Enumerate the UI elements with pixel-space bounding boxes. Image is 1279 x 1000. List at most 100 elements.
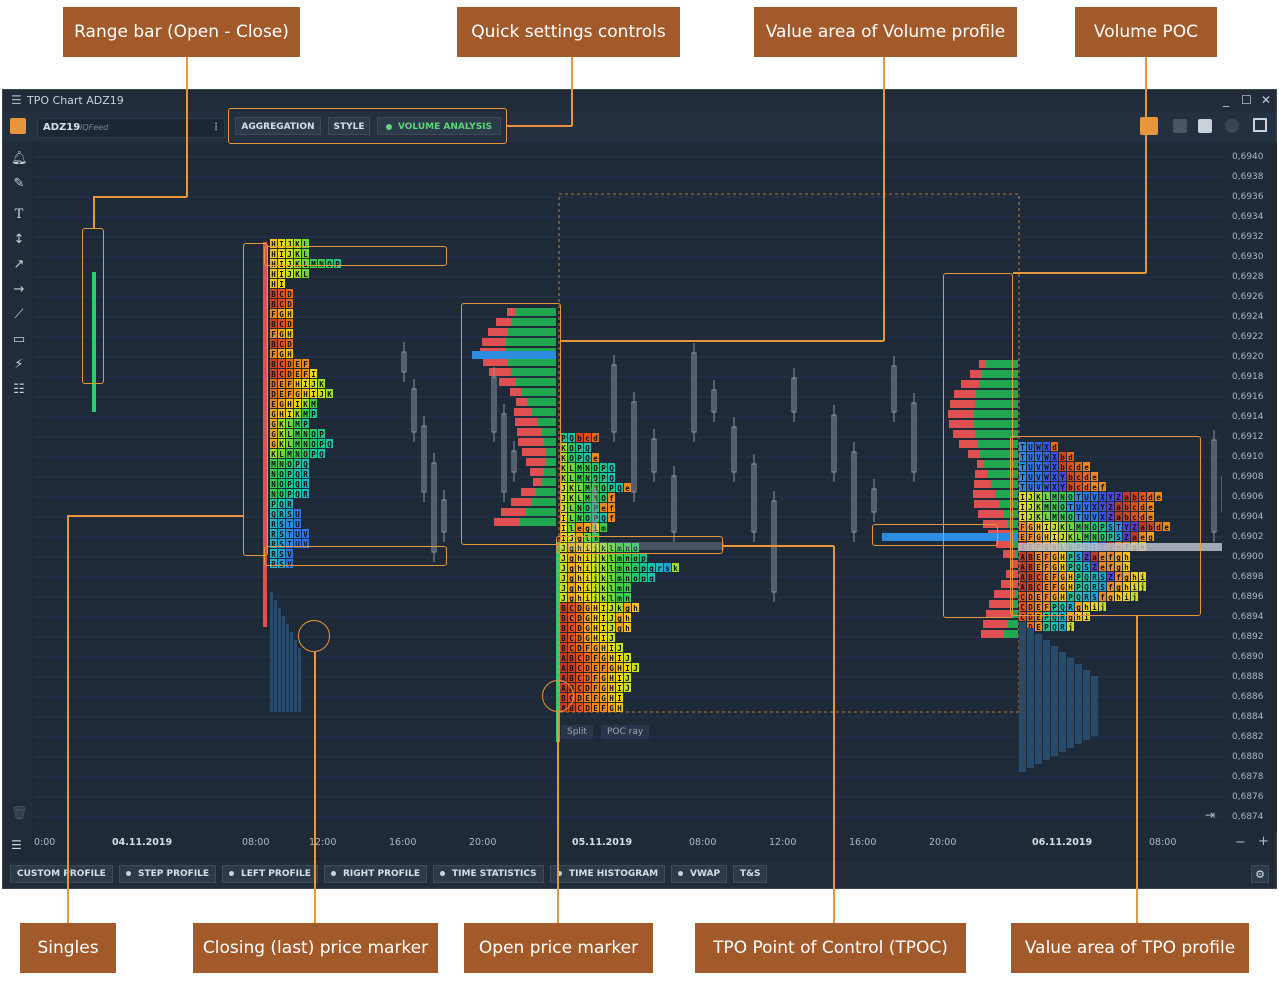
day2-tpo-letter: H bbox=[593, 614, 598, 623]
sync-icon[interactable] bbox=[1140, 117, 1158, 135]
pencil-icon[interactable]: ✎ bbox=[11, 176, 27, 192]
list-icon[interactable]: ☰ bbox=[11, 838, 27, 852]
day2-tpo-letter: Q bbox=[601, 514, 606, 523]
day2-tpo-letter: O bbox=[593, 464, 598, 473]
trash-icon[interactable]: 🗑︎ bbox=[11, 806, 28, 822]
day2-tpo-letter: I bbox=[617, 694, 622, 703]
day2-tpo-letter: J bbox=[561, 504, 566, 513]
day2-tpo-letter: F bbox=[593, 694, 598, 703]
day1-tpo-letter: R bbox=[279, 510, 284, 519]
menu-icon[interactable]: ☰ bbox=[11, 93, 22, 107]
day2-tpo-letter: D bbox=[585, 654, 590, 663]
day2-tpo-letter: l bbox=[609, 574, 614, 583]
day2-tpo-letter: n bbox=[625, 564, 630, 573]
bottom-button-time-histogram[interactable]: TIME HISTOGRAM bbox=[550, 865, 666, 883]
day1-tpo-letter: B bbox=[271, 320, 276, 329]
singles-bottom-highlight bbox=[264, 546, 447, 566]
day1-tpo-letter: P bbox=[311, 410, 316, 419]
day1-tpo-letter: K bbox=[279, 420, 284, 429]
time-tick: 08:00 bbox=[689, 837, 717, 848]
text-icon[interactable]: T bbox=[11, 207, 27, 223]
day2-tpo-letter: D bbox=[585, 674, 590, 683]
day1-tpo-letter: T bbox=[287, 520, 292, 529]
day2-tpo-letter: Q bbox=[609, 474, 614, 483]
price-tick: 0,6874 bbox=[1232, 812, 1264, 822]
day2-tpo-letter: e bbox=[593, 454, 598, 463]
day2-tpo-letter: K bbox=[561, 444, 566, 453]
time-axis[interactable]: 0:00 04.11.2019 08:00 12:00 16:00 20:00 05.11.… bbox=[34, 832, 1222, 854]
arrow-icon[interactable]: ↗ bbox=[11, 257, 27, 273]
day2-tpo-letter: s bbox=[665, 564, 670, 573]
bottom-button-step-profile[interactable]: STEP PROFILE bbox=[119, 865, 217, 883]
day2-tpo-letter: f bbox=[609, 514, 614, 523]
day2-tpo-letter: O bbox=[585, 504, 590, 513]
horizontal-line-icon[interactable]: → bbox=[11, 282, 27, 298]
bottom-button-time-statistics[interactable]: TIME STATISTICS bbox=[433, 865, 544, 883]
day1-tpo-letter: M bbox=[287, 450, 292, 459]
day2-tpo-letter: l bbox=[609, 554, 614, 563]
day2-tpo-letter: g bbox=[569, 594, 574, 603]
day1-tpo-letter: C bbox=[279, 360, 284, 369]
ruler-icon[interactable]: ☷ bbox=[11, 382, 27, 398]
day1-tpo-letter: P bbox=[271, 500, 276, 509]
day1-tpo-letter: R bbox=[271, 530, 276, 539]
day2-tpo-letter: I bbox=[561, 524, 566, 533]
trend-line-icon[interactable]: ⟋ bbox=[11, 307, 27, 323]
maximize-icon[interactable]: ☐ bbox=[1241, 93, 1252, 107]
panel-toggle-icon[interactable] bbox=[10, 118, 26, 134]
histogram-column bbox=[298, 648, 301, 712]
quick-settings-highlight bbox=[228, 108, 507, 144]
day1-tpo-letter: L bbox=[279, 450, 284, 459]
histogram-column bbox=[278, 608, 281, 712]
day1-tpo-letter: Q bbox=[279, 500, 284, 509]
day2-tpo-letter: E bbox=[593, 664, 598, 673]
day1-tpo-letter: Q bbox=[295, 480, 300, 489]
template-icon[interactable] bbox=[1198, 119, 1212, 133]
bottom-button-vwap[interactable]: VWAP bbox=[671, 865, 728, 883]
day2-tpo-letter: e bbox=[601, 504, 606, 513]
settings-small-icon[interactable] bbox=[1225, 119, 1239, 133]
more-icon[interactable]: ⋮ bbox=[211, 122, 221, 133]
day2-tpo-letter: C bbox=[569, 644, 574, 653]
time-tick: 20:00 bbox=[469, 837, 497, 848]
day2-tpo-letter: A bbox=[561, 664, 566, 673]
zoom-in-icon[interactable]: + bbox=[1258, 834, 1269, 849]
bottom-button-right-profile[interactable]: RIGHT PROFILE bbox=[324, 865, 428, 883]
symbol-selector[interactable]: ADZ19 IQFeed ⋮ bbox=[37, 118, 225, 138]
gear-icon[interactable]: ⚙ bbox=[1251, 865, 1269, 883]
scroll-end-icon[interactable]: ⇥ bbox=[1205, 808, 1215, 822]
bottom-button-label: STEP PROFILE bbox=[138, 869, 210, 879]
poc-ray-button[interactable]: POC ray bbox=[601, 725, 650, 739]
day2-tpo-letter: h bbox=[633, 604, 638, 613]
day1-tpo-letter: B bbox=[271, 370, 276, 379]
camera-icon[interactable] bbox=[1173, 119, 1187, 133]
closing-price-marker-highlight bbox=[298, 620, 330, 652]
bottom-button-left-profile[interactable]: LEFT PROFILE bbox=[222, 865, 318, 883]
leader-singles bbox=[67, 515, 69, 924]
toggle-dot-icon bbox=[678, 871, 683, 876]
day1-tpo-letter: L bbox=[303, 270, 308, 279]
fibonacci-icon[interactable]: ⚡︎ bbox=[11, 357, 27, 373]
day1-tpo-letter: Q bbox=[271, 510, 276, 519]
day2-tpo-letter: G bbox=[601, 684, 606, 693]
feed-name: IQFeed bbox=[80, 123, 109, 132]
day1-tpo-letter: O bbox=[279, 480, 284, 489]
day2-tpo-letter: b bbox=[577, 434, 582, 443]
close-icon[interactable]: ✕ bbox=[1261, 93, 1271, 107]
bell-icon[interactable]: 🔔︎ bbox=[11, 151, 28, 167]
rectangle-icon[interactable]: ▭ bbox=[11, 332, 27, 348]
day1-tpo-letter: E bbox=[271, 400, 276, 409]
bottom-button-t-s[interactable]: T&S bbox=[733, 865, 768, 883]
title-bar: ☰ TPO Chart ADZ19 _ ☐ ✕ bbox=[3, 90, 1276, 112]
price-tick: 0,6888 bbox=[1232, 672, 1264, 682]
price-axis[interactable]: 0,6940 0,6938 0,6936 0,6934 0,6932 0,6930 0,69… bbox=[1222, 142, 1277, 832]
zoom-out-icon[interactable]: − bbox=[1235, 835, 1246, 850]
split-button[interactable]: Split bbox=[561, 725, 593, 739]
day1-tpo-letter: H bbox=[287, 330, 292, 339]
sidebar-toggle-icon[interactable] bbox=[1253, 118, 1267, 132]
minimize-icon[interactable]: _ bbox=[1223, 93, 1229, 107]
bottom-button-custom-profile[interactable]: CUSTOM PROFILE bbox=[10, 865, 113, 883]
day2-tpo-letter: j bbox=[593, 594, 598, 603]
vertical-line-icon[interactable]: ↕ bbox=[11, 232, 27, 248]
drawing-tools-sidebar: 🔔︎ ✎ T ↕ ↗ → ⟋ ▭ ⚡︎ ☷ 🗑︎ bbox=[3, 142, 34, 840]
